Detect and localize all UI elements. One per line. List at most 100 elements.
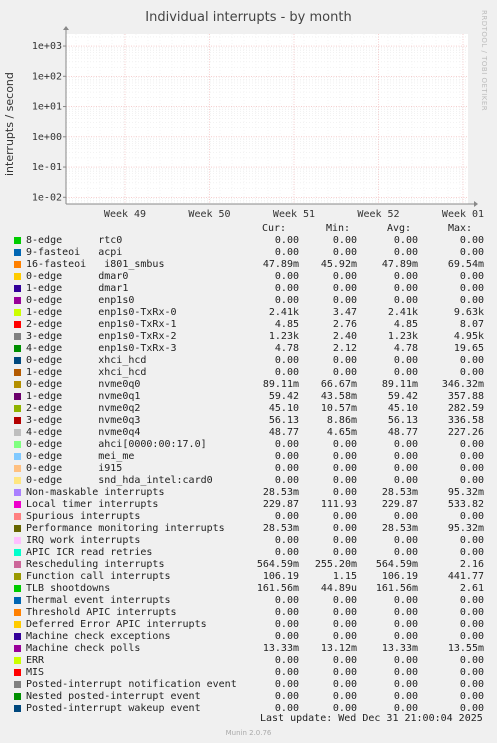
x-tick-label: Week 01 — [442, 209, 484, 220]
legend-label: ERR — [26, 655, 45, 666]
legend-value-min: 0.00 — [332, 451, 357, 462]
legend-value-cur: 0.00 — [274, 511, 299, 522]
legend-value-cur: 0.00 — [274, 283, 299, 294]
legend-value-min: 13.12m — [320, 643, 357, 654]
legend-swatch — [14, 609, 21, 616]
legend-swatch — [14, 645, 21, 652]
legend-value-cur: 0.00 — [274, 535, 299, 546]
legend-label: 1-edge xhci_hcd — [26, 367, 147, 378]
legend-value-avg: 2.41k — [387, 307, 418, 318]
legend-value-cur: 0.00 — [274, 235, 299, 246]
legend-value-max: 0.00 — [459, 439, 484, 450]
legend-label: 0-edge xhci_hcd — [26, 355, 147, 366]
legend-value-min: 0.00 — [332, 283, 357, 294]
legend-value-cur: 56.13 — [268, 415, 299, 426]
legend-value-max: 0.00 — [459, 535, 484, 546]
legend-row: 1-edge enp1s0-TxRx-0 2.41k 3.47 2.41k 9.63k — [14, 307, 494, 319]
legend-value-max: 0.00 — [459, 547, 484, 558]
legend-value-cur: 0.00 — [274, 619, 299, 630]
legend-value-min: 2.40 — [332, 331, 357, 342]
x-axis-arrow — [474, 201, 478, 207]
legend-label: Rescheduling interrupts — [26, 559, 165, 570]
legend-value-max: 0.00 — [459, 595, 484, 606]
legend-value-avg: 0.00 — [393, 247, 418, 258]
legend-value-min: 0.00 — [332, 607, 357, 618]
legend-value-cur: 0.00 — [274, 679, 299, 690]
legend-value-cur: 0.00 — [274, 667, 299, 678]
legend-row: 4-edge nvme0q4 48.77 4.65m 48.77 227.26 — [14, 427, 494, 439]
legend-label: 4-edge enp1s0-TxRx-3 — [26, 343, 177, 354]
legend-row: 1-edge xhci_hcd 0.00 0.00 0.00 0.00 — [14, 367, 494, 379]
legend-value-avg: 0.00 — [393, 355, 418, 366]
legend-label: Posted-interrupt notification event — [26, 679, 237, 690]
legend-label: 8-edge rtc0 — [26, 235, 123, 246]
legend-value-min: 45.92m — [320, 259, 357, 270]
legend-row: 2-edge nvme0q2 45.10 10.57m 45.10 282.59 — [14, 403, 494, 415]
legend-label: 4-edge nvme0q4 — [26, 427, 141, 438]
legend-value-cur: 0.00 — [274, 439, 299, 450]
legend-swatch — [14, 477, 21, 484]
legend-value-max: 0.00 — [459, 367, 484, 378]
legend-value-cur: 2.41k — [268, 307, 299, 318]
legend-value-cur: 0.00 — [274, 295, 299, 306]
col-header-cur: Cur: — [262, 223, 287, 234]
legend-value-max: 357.88 — [447, 391, 484, 402]
legend-swatch — [14, 237, 21, 244]
legend-value-max: 8.07 — [459, 319, 484, 330]
legend-value-min: 255.20m — [314, 559, 357, 570]
legend-swatch — [14, 513, 21, 520]
legend-value-cur: 0.00 — [274, 547, 299, 558]
legend-swatch — [14, 405, 21, 412]
legend-value-cur: 0.00 — [274, 451, 299, 462]
legend-row: 0-edge dmar0 0.00 0.00 0.00 0.00 — [14, 271, 494, 283]
legend-value-avg: 106.19 — [381, 571, 418, 582]
legend-row: Machine check polls 13.33m 13.12m 13.33m 13.… — [14, 643, 494, 655]
legend-label: 0-edge ahci[0000:00:17.0] — [26, 439, 207, 450]
legend-swatch — [14, 525, 21, 532]
legend-row: 0-edge nvme0q0 89.11m 66.67m 89.11m 346.32m — [14, 379, 494, 391]
legend-value-avg: 0.00 — [393, 439, 418, 450]
legend-value-min: 0.00 — [332, 547, 357, 558]
legend-value-cur: 0.00 — [274, 355, 299, 366]
legend-label: 0-edge nvme0q0 — [26, 379, 141, 390]
legend-value-max: 0.00 — [459, 619, 484, 630]
legend-value-max: 346.32m — [441, 379, 484, 390]
legend-value-avg: 0.00 — [393, 295, 418, 306]
legend-value-avg: 0.00 — [393, 451, 418, 462]
legend-value-min: 66.67m — [320, 379, 357, 390]
legend-label: MIS — [26, 667, 45, 678]
col-header-min: Min: — [326, 223, 351, 234]
legend-label: 1-edge dmar1 — [26, 283, 129, 294]
legend-value-cur: 564.59m — [256, 559, 299, 570]
legend-value-min: 0.00 — [332, 463, 357, 474]
legend-value-max: 533.82 — [447, 499, 484, 510]
legend-value-avg: 0.00 — [393, 283, 418, 294]
legend-label: Machine check polls — [26, 643, 141, 654]
legend-value-min: 10.57m — [320, 403, 357, 414]
legend-row: Function call interrupts 106.19 1.15 106.19… — [14, 571, 494, 583]
legend-swatch — [14, 585, 21, 592]
legend-value-max: 0.00 — [459, 631, 484, 642]
legend-swatch — [14, 705, 21, 712]
legend-value-min: 0.00 — [332, 355, 357, 366]
y-tick-label: 1e+00 — [32, 132, 62, 143]
legend-value-max: 2.16 — [459, 559, 484, 570]
legend-row: 9-fasteoi acpi 0.00 0.00 0.00 0.00 — [14, 247, 494, 259]
legend-swatch — [14, 561, 21, 568]
legend-value-max: 0.00 — [459, 451, 484, 462]
legend-swatch — [14, 489, 21, 496]
legend-value-avg: 161.56m — [375, 583, 418, 594]
legend-swatch — [14, 381, 21, 388]
legend-value-min: 1.15 — [332, 571, 357, 582]
legend-value-max: 0.00 — [459, 271, 484, 282]
legend-value-cur: 59.42 — [268, 391, 299, 402]
legend-row: ERR 0.00 0.00 0.00 0.00 — [14, 655, 494, 667]
legend-value-cur: 4.78 — [274, 343, 299, 354]
legend-value-min: 8.86m — [326, 415, 357, 426]
munin-version: Munin 2.0.76 — [225, 729, 272, 737]
legend-label: Local timer interrupts — [26, 499, 159, 510]
legend-value-max: 19.65 — [453, 343, 484, 354]
legend-value-min: 0.00 — [332, 367, 357, 378]
legend-label: 0-edge i915 — [26, 463, 123, 474]
legend-value-avg: 0.00 — [393, 631, 418, 642]
